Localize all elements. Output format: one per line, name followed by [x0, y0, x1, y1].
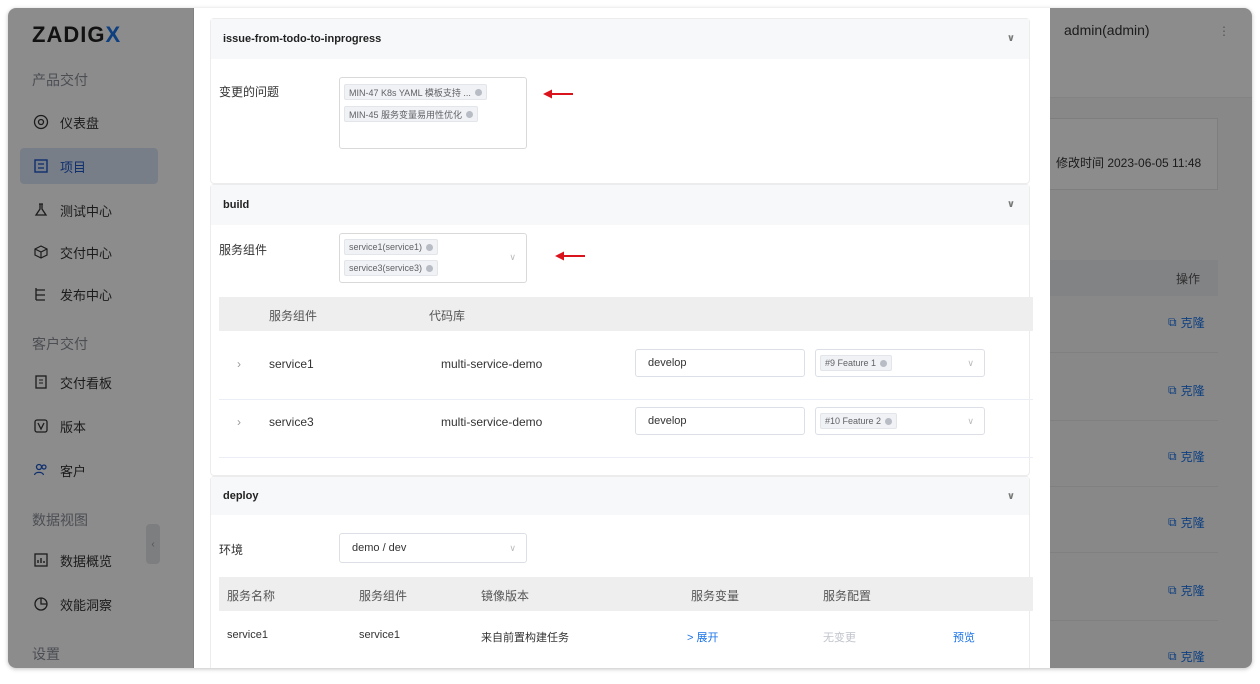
pr-tag: #9 Feature 1 — [820, 355, 893, 371]
chevron-right-icon[interactable]: › — [237, 357, 241, 371]
expand-vars-link[interactable]: > 展开 — [687, 629, 718, 645]
column-header: 镜像版本 — [481, 589, 530, 603]
red-arrow-icon — [555, 251, 585, 261]
panel-title: build — [223, 199, 250, 211]
issue-panel: issue-from-todo-to-inprogress ∨ 变更的问题 MI… — [210, 18, 1030, 184]
close-icon[interactable] — [426, 264, 434, 272]
pr-select[interactable]: #10 Feature 2 ∨ — [815, 407, 985, 435]
env-select[interactable]: demo / dev ∨ — [339, 533, 527, 563]
build-row-repo: multi-service-demo — [441, 357, 543, 371]
column-header: 代码库 — [429, 309, 466, 323]
deploy-table-header: 服务名称 服务组件 镜像版本 服务变量 服务配置 — [219, 577, 1033, 611]
chevron-down-icon: ∨ — [967, 357, 974, 368]
env-label: 环境 — [219, 543, 244, 557]
build-panel-header[interactable]: build ∨ — [211, 185, 1029, 225]
chevron-down-icon[interactable]: ∨ — [1007, 491, 1015, 502]
build-row-service: service3 — [269, 415, 314, 429]
chevron-down-icon: ∨ — [509, 252, 516, 262]
close-icon[interactable] — [466, 110, 474, 118]
workflow-modal: issue-from-todo-to-inprogress ∨ 变更的问题 MI… — [194, 8, 1050, 668]
close-icon[interactable] — [880, 359, 888, 367]
chevron-down-icon[interactable]: ∨ — [1007, 199, 1015, 210]
build-panel: build ∨ 服务组件 service1(service1) service3… — [210, 184, 1033, 476]
chevron-down-icon: ∨ — [967, 415, 974, 426]
column-header: 服务组件 — [359, 589, 408, 603]
service-component-label: 服务组件 — [219, 243, 268, 257]
build-table-header: 服务组件 代码库 — [219, 297, 1033, 331]
branch-input[interactable]: develop — [635, 349, 805, 377]
service-tag: service1(service1) — [344, 239, 439, 255]
chevron-right-icon[interactable]: › — [237, 415, 241, 429]
chevron-down-icon[interactable]: ∨ — [1007, 33, 1015, 44]
preview-link[interactable]: 预览 — [953, 629, 975, 645]
deploy-panel-header[interactable]: deploy ∨ — [211, 477, 1029, 515]
service-component-select[interactable]: service1(service1) service3(service3) ∨ — [339, 233, 527, 283]
deploy-row-image: 来自前置构建任务 — [481, 632, 569, 644]
column-header: 服务变量 — [691, 589, 740, 603]
service-tag: service3(service3) — [344, 260, 439, 276]
pr-select[interactable]: #9 Feature 1 ∨ — [815, 349, 985, 377]
column-header: 服务配置 — [823, 589, 872, 603]
issue-tag: MIN-45 服务变量易用性优化 — [344, 106, 479, 122]
issue-select[interactable]: MIN-47 K8s YAML 模板支持 ... MIN-45 服务变量易用性优… — [339, 77, 527, 149]
deploy-row-component: service1 — [359, 629, 400, 641]
panel-title: deploy — [223, 490, 259, 502]
issue-panel-header[interactable]: issue-from-todo-to-inprogress ∨ — [211, 19, 1029, 59]
branch-input[interactable]: develop — [635, 407, 805, 435]
close-icon[interactable] — [426, 243, 434, 251]
panel-title: issue-from-todo-to-inprogress — [223, 33, 382, 45]
pr-tag: #10 Feature 2 — [820, 413, 898, 429]
column-header: 服务组件 — [269, 309, 318, 323]
build-row-service: service1 — [269, 357, 314, 371]
close-icon[interactable] — [474, 88, 482, 96]
issue-label: 变更的问题 — [219, 85, 280, 99]
issue-tag: MIN-47 K8s YAML 模板支持 ... — [344, 84, 487, 100]
deploy-panel: deploy ∨ 环境 demo / dev ∨ 服务名称 服务组件 镜像版本 … — [210, 476, 1033, 668]
red-arrow-icon — [543, 89, 573, 99]
close-icon[interactable] — [885, 417, 893, 425]
deploy-row-name: service1 — [227, 629, 268, 641]
app-window: ZADIGX 产品交付 仪表盘 项目 测试中心 交付中心 发布中心 客户交付 交… — [8, 8, 1252, 668]
chevron-down-icon: ∨ — [509, 542, 516, 553]
build-row-repo: multi-service-demo — [441, 415, 543, 429]
config-status: 无变更 — [823, 632, 856, 644]
column-header: 服务名称 — [227, 589, 276, 603]
